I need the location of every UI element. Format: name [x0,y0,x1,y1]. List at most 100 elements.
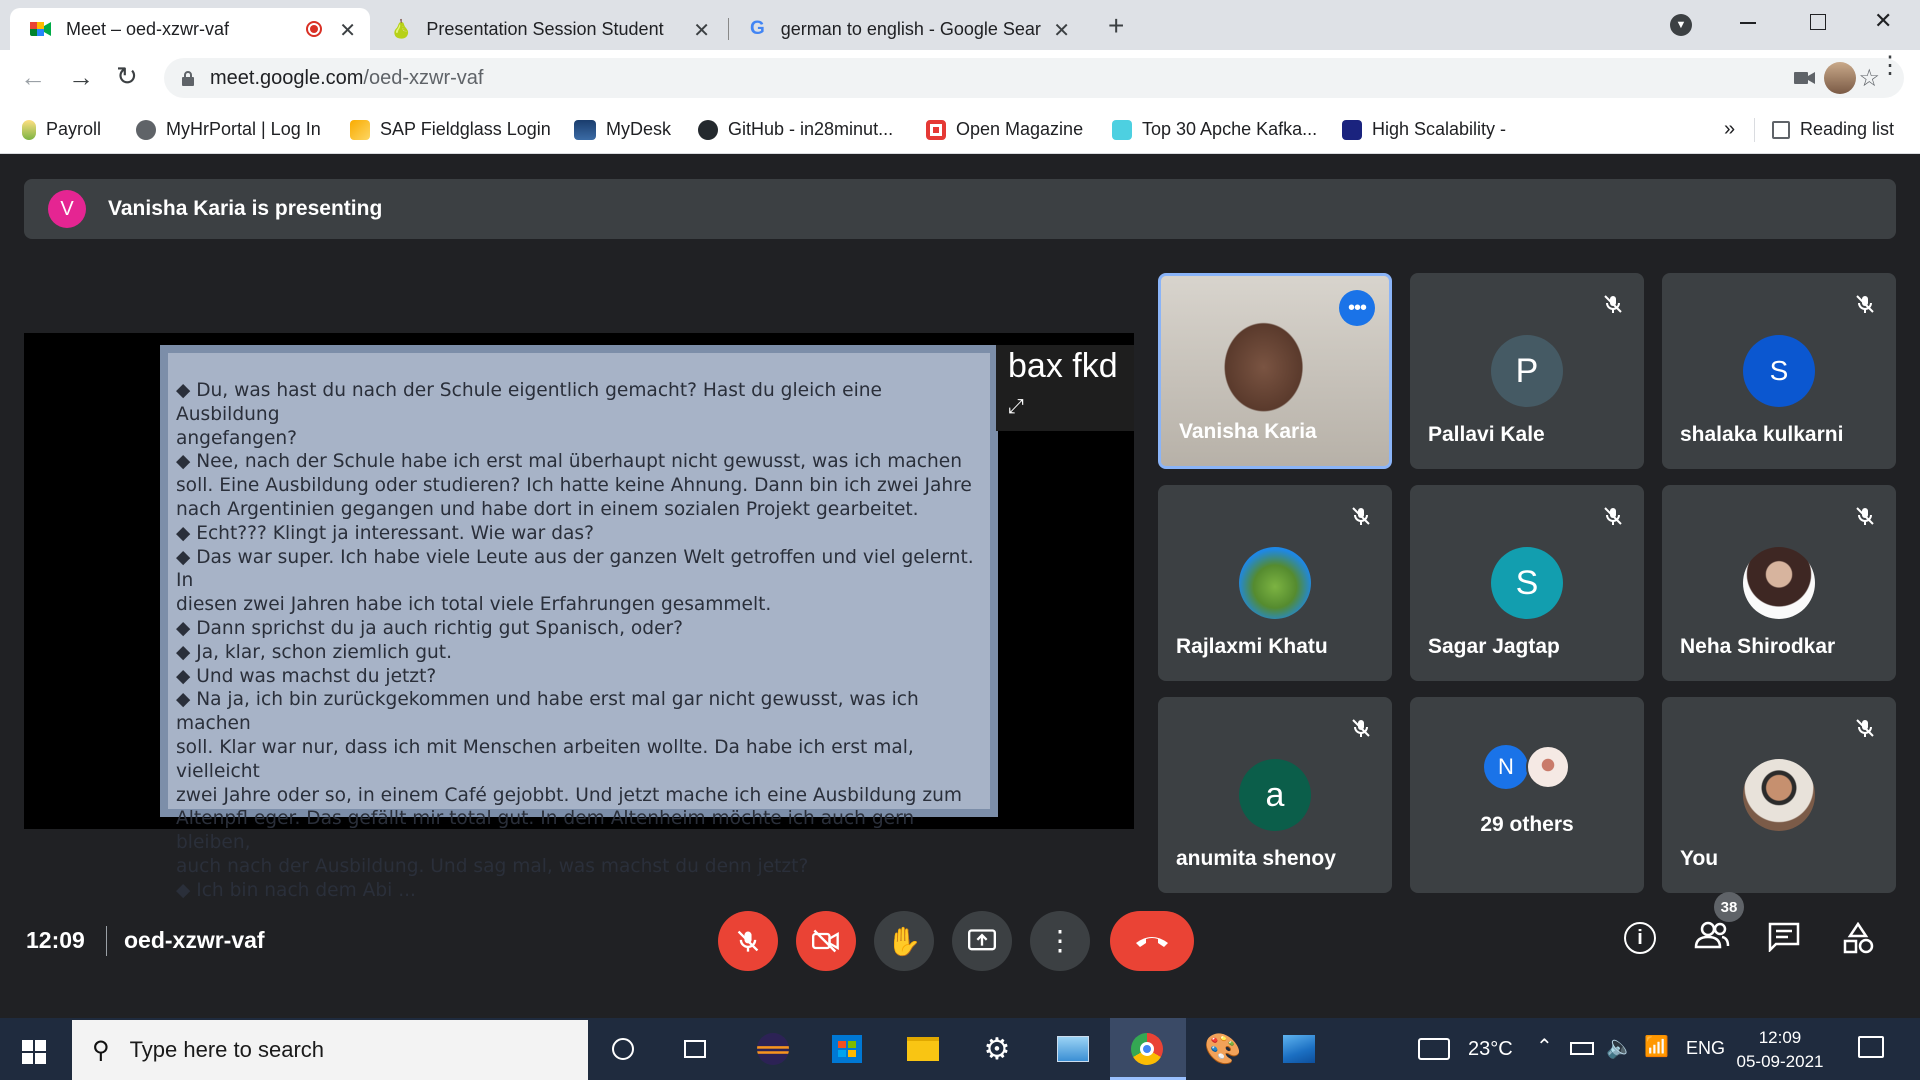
input-language[interactable]: ENG [1686,1038,1725,1059]
bookmarks-overflow-icon[interactable]: » [1724,118,1735,141]
tab-google-search[interactable]: G german to english - Google Sear ✕ [732,8,1084,50]
camera-toggle-button[interactable] [796,911,856,971]
address-bar[interactable]: meet.google.com/oed-xzwr-vaf ☆ [164,58,1904,98]
bookmark-sap-fieldglass[interactable]: SAP Fieldglass Login [350,119,551,140]
back-icon[interactable]: ← [20,62,46,93]
close-tab-icon[interactable]: ✕ [693,18,710,43]
muted-mic-icon [1850,501,1880,531]
bookmark-star-icon[interactable]: ☆ [1858,64,1880,93]
slide-line: ◆ Und was machst du jetzt? [176,665,437,687]
chrome-icon[interactable] [1128,1030,1166,1068]
activities-icon[interactable] [1842,921,1874,959]
bookmark-github[interactable]: GitHub - in28minut... [698,119,893,140]
recording-icon [306,21,322,37]
weather-icon[interactable] [1418,1038,1450,1060]
minimize-icon[interactable] [1740,22,1756,24]
close-window-icon[interactable]: ✕ [1874,8,1892,34]
tab-meet[interactable]: Meet – oed-xzwr-vaf ✕ [10,8,370,50]
presenting-text: Vanisha Karia is presenting [108,197,383,220]
bookmark-open-magazine[interactable]: Open Magazine [926,119,1083,140]
more-vert-icon: ⋮ [1046,925,1074,956]
participant-tile-rajlaxmi[interactable]: Rajlaxmi Khatu [1158,485,1392,681]
globe-icon [136,119,156,140]
profile-avatar[interactable] [1824,62,1856,94]
tab-divider [728,18,729,40]
control-panel-icon[interactable] [1054,1030,1092,1068]
muted-mic-icon [1346,713,1376,743]
camera-in-use-icon[interactable] [1794,70,1816,91]
expand-icon[interactable]: ⤢ [1008,396,1024,418]
notifications-icon[interactable] [1858,1036,1884,1058]
task-view-icon[interactable] [676,1030,714,1068]
store-icon[interactable] [828,1030,866,1068]
wifi-icon[interactable]: 📶 [1644,1034,1669,1059]
presentation-view: ◆ Du, was hast du nach der Schule eigent… [24,333,1134,901]
leave-call-button[interactable] [1110,911,1194,971]
start-icon[interactable] [22,1040,46,1064]
photos-icon[interactable] [1280,1030,1318,1068]
battery-icon[interactable] [1570,1042,1594,1055]
fieldglass-icon [350,119,370,140]
close-tab-icon[interactable]: ✕ [339,18,356,43]
taskbar-clock[interactable]: 12:09 05-09-2021 [1730,1026,1830,1074]
bookmark-payroll[interactable]: Payroll [22,119,101,140]
tab-search-icon[interactable]: ▼ [1670,14,1692,36]
bookmark-myhrportal[interactable]: MyHrPortal | Log In [136,119,321,140]
eclipse-icon[interactable] [754,1030,792,1068]
volume-icon[interactable]: 🔈 [1606,1034,1633,1060]
participant-tile-shalaka[interactable]: S shalaka kulkarni [1662,273,1896,469]
slide-line: angefangen? [176,427,298,449]
mydesk-icon [574,119,596,140]
participant-tile-pallavi[interactable]: P Pallavi Kale [1410,273,1644,469]
tile-options-icon[interactable]: ••• [1339,290,1375,326]
weather-temp[interactable]: 23°C [1468,1038,1513,1061]
participant-tile-vanisha[interactable]: ••• Vanisha Karia [1158,273,1392,469]
muted-mic-icon [1598,289,1628,319]
kafka-icon [1112,119,1132,140]
file-explorer-icon[interactable] [904,1030,942,1068]
chat-icon[interactable] [1768,922,1800,957]
meeting-details-icon[interactable]: i [1624,922,1656,954]
raise-hand-button[interactable]: ✋ [874,911,934,971]
participant-tile-others[interactable]: N 29 others [1410,697,1644,893]
more-menu-icon[interactable]: ⋮ [1878,54,1902,78]
forward-icon[interactable]: → [68,62,94,93]
participant-tile-anumita[interactable]: a anumita shenoy [1158,697,1392,893]
people-button[interactable]: 38 [1694,892,1744,956]
participant-avatar [1743,547,1815,619]
participant-tile-neha[interactable]: Neha Shirodkar [1662,485,1896,681]
participant-tile-you[interactable]: You [1662,697,1896,893]
tab-presentation[interactable]: 🍐 Presentation Session Student ✕ [372,8,724,50]
cortana-icon[interactable] [604,1030,642,1068]
call-control-bar: 12:09 oed-xzwr-vaf ✋ ⋮ i 38 [0,892,1920,1018]
restore-icon[interactable] [1810,14,1826,30]
participant-avatar: S [1743,335,1815,407]
reading-list-button[interactable]: Reading list [1772,119,1894,140]
new-tab-icon[interactable]: + [1108,10,1124,42]
lock-icon [182,71,194,86]
participant-tile-sagar[interactable]: S Sagar Jagtap [1410,485,1644,681]
bookmark-mydesk[interactable]: MyDesk [574,119,671,140]
slide-line: ◆ Echt??? Klingt ja interessant. Wie war… [176,522,594,544]
search-icon: ⚲ [92,1036,110,1064]
microphone-toggle-button[interactable] [718,911,778,971]
paint-icon[interactable]: 🎨 [1204,1030,1242,1068]
bookmark-kafka[interactable]: Top 30 Apche Kafka... [1112,119,1317,140]
hang-up-icon [1136,937,1168,947]
bookmark-high-scalability[interactable]: High Scalability - [1342,119,1506,140]
close-tab-icon[interactable]: ✕ [1053,18,1070,43]
meet-stage: V Vanisha Karia is presenting ◆ Du, was … [0,155,1920,1018]
people-icon [1694,921,1730,949]
reload-icon[interactable]: ↻ [116,61,138,92]
meet-favicon-icon [30,20,52,38]
more-options-button[interactable]: ⋮ [1030,911,1090,971]
present-icon [968,929,996,951]
present-now-button[interactable] [952,911,1012,971]
participant-avatar: P [1491,335,1563,407]
presenter-avatar: V [48,190,86,228]
taskbar-search-box[interactable]: ⚲ Type here to search [72,1020,588,1080]
participant-name: anumita shenoy [1176,847,1336,870]
show-hidden-icons[interactable]: ⌃ [1536,1034,1553,1059]
slide-line: zwei Jahre oder so, in einem Café gejobb… [176,784,962,806]
settings-icon[interactable]: ⚙ [978,1030,1016,1068]
